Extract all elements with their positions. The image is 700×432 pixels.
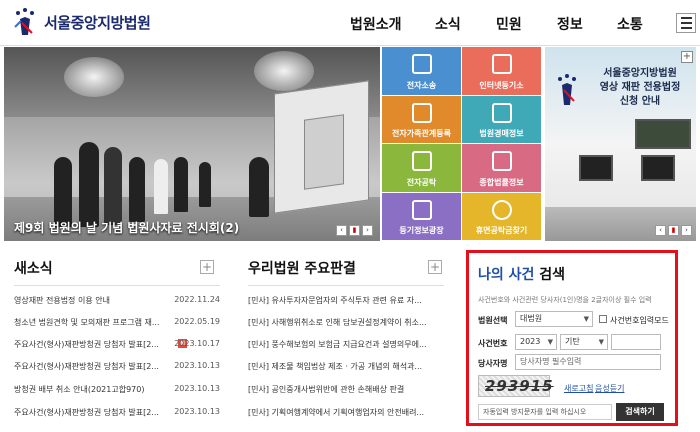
tile-internet-registry[interactable]: 인터넷등기소 — [462, 47, 541, 95]
ruling-item[interactable]: [민사] 기획여행계약에서 기획여행업자의 안전배려... — [248, 407, 444, 421]
ruling-item[interactable]: [민사] 제조물 책임법상 제조 · 가공 개념의 해석과... — [248, 361, 444, 375]
ruling-item[interactable]: [민사] 사해행위취소로 인해 담보권설정계약이 취소... — [248, 317, 444, 331]
wallet-icon — [411, 151, 432, 171]
news-item[interactable]: 주요사건(형사)재판방청권 당첨자 발표[2... 2023.10.13 — [14, 407, 220, 421]
nav-communication[interactable]: 소통 — [617, 14, 643, 34]
hero-caption[interactable]: 제9회 법원의 날 기념 법원사자료 전시회(2) — [14, 219, 239, 236]
menu-icon[interactable] — [676, 13, 696, 33]
party-name-input[interactable]: 당사자명 필수입력 — [515, 354, 661, 370]
chevron-down-icon: ▼ — [598, 338, 604, 346]
video-trial-promo-banner[interactable]: + 서울중앙지방법원 영상 재판 전용법정 신청 안내 ‹ ▮ › — [545, 47, 696, 241]
monitor-icon — [491, 54, 512, 74]
rulings-title: 우리법원 주요판결 — [248, 261, 356, 277]
court-emblem-icon — [555, 73, 579, 107]
search-icon — [491, 199, 512, 220]
prev-icon[interactable]: ‹ — [336, 225, 347, 236]
tile-e-litigation[interactable]: 전자소송 — [382, 47, 461, 95]
case-search-note: 사건번호와 사건관련 당사자(1인)명을 2글자이상 필수 입력 — [478, 296, 652, 304]
nav-info[interactable]: 정보 — [557, 14, 583, 34]
ruling-item[interactable]: [민사] 풍수해보험의 보험금 지급요건과 설명의무에... — [248, 339, 444, 353]
document-icon — [491, 151, 512, 171]
pause-icon[interactable]: ▮ — [349, 225, 360, 236]
tablet-icon — [411, 54, 432, 74]
hero-slide[interactable]: 제9회 법원의 날 기념 법원사자료 전시회(2) ‹ ▮ › — [4, 47, 380, 241]
family-icon — [411, 102, 432, 123]
year-select[interactable]: 2023 ▼ — [515, 334, 557, 350]
tile-e-deposit[interactable]: 전자공탁 — [382, 144, 461, 192]
my-case-search-panel: 나의 사건 검색 사건번호와 사건관련 당사자(1인)명을 2글자이상 필수 입… — [466, 250, 678, 426]
party-name-label: 당사자명 — [478, 359, 508, 368]
quick-link-tiles: 전자소송 인터넷등기소 전자가족관계등록 법원경매정보 전자공탁 종합법률정보 … — [382, 47, 542, 241]
prev-icon[interactable]: ‹ — [655, 225, 666, 236]
next-icon[interactable]: › — [681, 225, 692, 236]
news-section: 새소식 — [14, 258, 53, 278]
tile-family-registration[interactable]: 전자가족관계등록 — [382, 95, 461, 143]
court-select-label: 법원선택 — [478, 316, 508, 325]
pause-icon[interactable]: ▮ — [668, 225, 679, 236]
tile-dormant-deposit[interactable]: 휴면공탁금찾기 — [462, 192, 541, 240]
nav-court-intro[interactable]: 법원소개 — [350, 14, 402, 34]
news-item[interactable]: 청소년 법원견학 및 모의재판 프로그램 재... 2022.05.19 — [14, 317, 220, 331]
case-number-mode-label: 사건번호입력모드 — [610, 316, 669, 325]
site-title: 서울중앙지방법원 — [44, 13, 151, 32]
ruling-item[interactable]: [민사] 공인중개사법위반에 관한 손해배상 판결 — [248, 384, 444, 398]
captcha-audio-link[interactable]: 음성듣기 — [595, 383, 624, 394]
promo-title: 서울중앙지방법원 영상 재판 전용법정 신청 안내 — [599, 68, 681, 107]
plus-icon[interactable]: + — [681, 51, 693, 63]
promo-slider-controls: ‹ ▮ › — [655, 225, 692, 236]
captcha-image: 293915 — [478, 375, 553, 397]
court-select[interactable]: 대법원 ▼ — [515, 311, 593, 327]
captcha-input[interactable]: 자동입력 방지문자를 입력 하십시오 — [478, 404, 612, 420]
site-header: 서울중앙지방법원 법원소개 소식 민원 정보 소통 — [0, 0, 700, 46]
hero-slider-controls: ‹ ▮ › — [336, 225, 373, 236]
case-search-title: 나의 사건 검색 — [478, 267, 566, 283]
news-item[interactable]: 주요사건(형사)재판방청권 당첨자 발표[2... N 2023.10.17 — [14, 339, 220, 353]
chevron-down-icon: ▼ — [547, 338, 553, 346]
rulings-section: 우리법원 주요판결 — [248, 258, 356, 278]
building-icon — [491, 102, 512, 123]
case-number-input[interactable] — [611, 334, 661, 350]
case-type-select[interactable]: 기탄 ▼ — [560, 334, 608, 350]
search-button[interactable]: 검색하기 — [616, 403, 664, 421]
ruling-item[interactable]: [민사] 유사투자자문업자의 주식투자 관련 유료 자... — [248, 295, 444, 309]
case-number-label: 사건번호 — [478, 339, 508, 348]
tile-registry-data-plaza[interactable]: 등기정보광장 — [382, 192, 461, 240]
chart-icon — [411, 199, 432, 220]
captcha-refresh-link[interactable]: 새로고침 — [564, 383, 593, 394]
news-more-plus-icon[interactable]: + — [200, 260, 214, 274]
rulings-more-plus-icon[interactable]: + — [428, 260, 442, 274]
news-item[interactable]: 영상재판 전용법정 이용 안내 2022.11.24 — [14, 295, 220, 309]
nav-news[interactable]: 소식 — [435, 14, 461, 34]
news-title: 새소식 — [14, 261, 53, 277]
court-emblem-icon — [12, 7, 38, 37]
court-logo[interactable]: 서울중앙지방법원 — [12, 7, 151, 37]
tile-legal-info[interactable]: 종합법률정보 — [462, 144, 541, 192]
chevron-down-icon: ▼ — [583, 315, 589, 323]
news-item[interactable]: 방청권 배부 취소 안내(2021고합970) 2023.10.13 — [14, 384, 220, 398]
case-number-mode-checkbox[interactable] — [599, 315, 607, 323]
tile-court-auction[interactable]: 법원경매정보 — [462, 95, 541, 143]
news-item[interactable]: 주요사건(형사)재판방청권 당첨자 발표[2... 2023.10.13 — [14, 361, 220, 375]
nav-civil-service[interactable]: 민원 — [496, 14, 522, 34]
next-icon[interactable]: › — [362, 225, 373, 236]
